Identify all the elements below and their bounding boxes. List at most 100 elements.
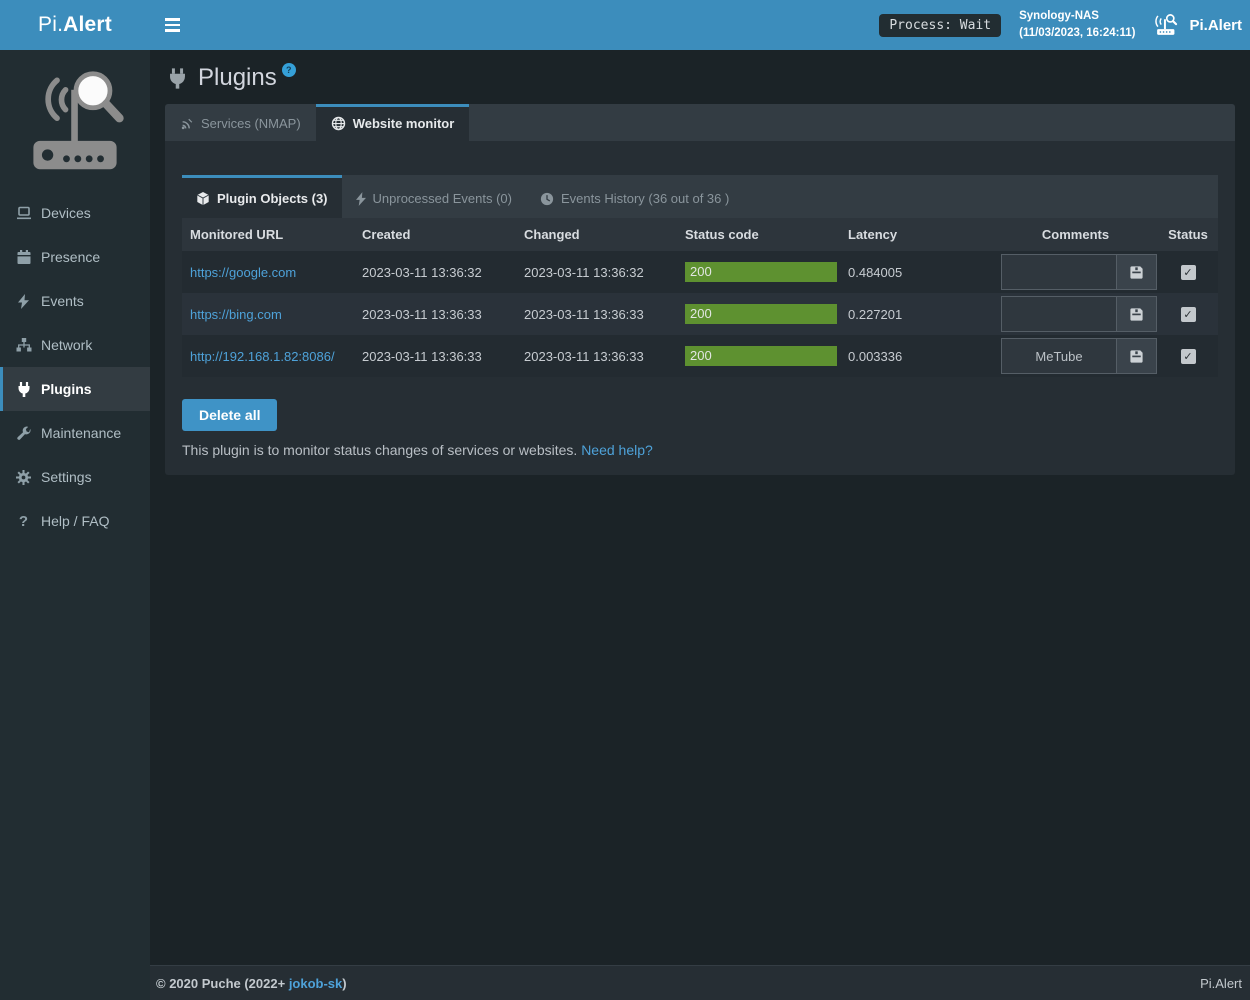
plugin-description-text: This plugin is to monitor status changes… <box>182 442 581 458</box>
tab-label: Unprocessed Events (0) <box>373 190 512 207</box>
sidebar-item-label: Maintenance <box>41 425 121 441</box>
need-help-link[interactable]: Need help? <box>581 442 653 458</box>
copyright-suffix: ) <box>342 976 346 991</box>
sidebar-item-help-faq[interactable]: ? Help / FAQ <box>0 499 150 543</box>
floppy-save-icon <box>1129 349 1144 364</box>
process-status-badge: Process: Wait <box>879 14 1001 37</box>
col-monitored-url: Monitored URL <box>182 218 354 251</box>
plugin-objects-table: Monitored URL Created Changed Status cod… <box>182 218 1218 377</box>
save-comment-button[interactable] <box>1116 255 1156 289</box>
tab-events-history[interactable]: Events History (36 out of 36 ) <box>526 175 743 218</box>
sidebar-toggle-button[interactable] <box>150 0 194 50</box>
jokob-sk-link[interactable]: jokob-sk <box>289 976 342 991</box>
changed-cell: 2023-03-11 13:36:32 <box>516 251 677 293</box>
navbar-right: Process: Wait Synology-NAS (11/03/2023, … <box>879 8 1250 41</box>
app-chip: Pi.Alert <box>1153 12 1242 38</box>
sidebar: Devices Presence Events Network Plugins <box>0 50 150 1000</box>
changed-cell: 2023-03-11 13:36:33 <box>516 335 677 377</box>
status-checkbox[interactable]: ✓ <box>1181 265 1196 280</box>
sidebar-item-label: Settings <box>41 469 92 485</box>
comment-input[interactable] <box>1002 297 1116 331</box>
sidebar-item-maintenance[interactable]: Maintenance <box>0 411 150 455</box>
col-latency: Latency <box>840 218 993 251</box>
sidebar-menu: Devices Presence Events Network Plugins <box>0 191 150 543</box>
table-row: http://192.168.1.82:8086/ 2023-03-11 13:… <box>182 335 1218 377</box>
sidebar-item-network[interactable]: Network <box>0 323 150 367</box>
sidebar-item-events[interactable]: Events <box>0 279 150 323</box>
bolt-icon <box>356 192 366 206</box>
brand-logo[interactable]: Pi.Alert <box>0 0 150 50</box>
sidebar-item-label: Events <box>41 293 84 309</box>
tab-services-nmap[interactable]: Services (NMAP) <box>165 104 316 141</box>
website-monitor-panel: Plugin Objects (3) Unprocessed Events (0… <box>165 141 1235 475</box>
page-title: Plugins ? <box>168 65 1235 91</box>
sidebar-item-label: Network <box>41 337 92 353</box>
monitored-url-link[interactable]: http://192.168.1.82:8086/ <box>190 349 335 364</box>
globe-icon <box>331 116 346 131</box>
sidebar-item-settings[interactable]: Settings <box>0 455 150 499</box>
comment-input-group <box>1001 296 1157 332</box>
sidebar-item-label: Help / FAQ <box>41 513 109 529</box>
app-name: Pi.Alert <box>1189 17 1242 34</box>
delete-all-button[interactable]: Delete all <box>182 399 277 431</box>
tab-label: Events History (36 out of 36 ) <box>561 190 729 207</box>
latency-cell: 0.484005 <box>840 251 993 293</box>
tab-label: Plugin Objects (3) <box>217 190 328 207</box>
created-cell: 2023-03-11 13:36:33 <box>354 293 516 335</box>
plugin-tabs: Services (NMAP) Website monitor <box>165 104 1235 141</box>
gear-icon <box>15 469 32 485</box>
comment-input-group <box>1001 254 1157 290</box>
sidebar-item-plugins[interactable]: Plugins <box>0 367 150 411</box>
help-badge[interactable]: ? <box>282 63 296 77</box>
host-info: Synology-NAS (11/03/2023, 16:24:11) <box>1019 8 1135 41</box>
save-comment-button[interactable] <box>1116 297 1156 331</box>
monitored-url-link[interactable]: https://google.com <box>190 265 296 280</box>
menu-icon <box>165 18 180 21</box>
plugin-description: This plugin is to monitor status changes… <box>182 442 1218 458</box>
save-comment-button[interactable] <box>1116 339 1156 373</box>
col-status: Status <box>1158 218 1218 251</box>
sidebar-item-presence[interactable]: Presence <box>0 235 150 279</box>
copyright-prefix: © 2020 Puche (2022+ <box>156 976 289 991</box>
status-checkbox[interactable]: ✓ <box>1181 307 1196 322</box>
table-header-row: Monitored URL Created Changed Status cod… <box>182 218 1218 251</box>
copyright: © 2020 Puche (2022+ jokob-sk) <box>156 976 347 991</box>
tab-website-monitor[interactable]: Website monitor <box>316 104 470 141</box>
wrench-icon <box>15 425 32 441</box>
monitored-url-link[interactable]: https://bing.com <box>190 307 282 322</box>
created-cell: 2023-03-11 13:36:33 <box>354 335 516 377</box>
plug-icon <box>15 381 32 397</box>
bolt-icon <box>15 293 32 309</box>
content-area: Plugins ? Services (NMAP) Website monito… <box>150 50 1250 965</box>
tab-plugin-objects[interactable]: Plugin Objects (3) <box>182 175 342 218</box>
changed-cell: 2023-03-11 13:36:33 <box>516 293 677 335</box>
comment-input[interactable] <box>1002 339 1116 373</box>
host-name: Synology-NAS <box>1019 8 1135 25</box>
status-code-bar: 200 <box>685 304 837 324</box>
floppy-save-icon <box>1129 307 1144 322</box>
navbar: Process: Wait Synology-NAS (11/03/2023, … <box>150 0 1250 50</box>
calendar-icon <box>15 249 32 265</box>
status-code-bar: 200 <box>685 346 837 366</box>
sidebar-item-label: Devices <box>41 205 91 221</box>
sitemap-icon <box>15 337 32 353</box>
col-status-code: Status code <box>677 218 840 251</box>
col-changed: Changed <box>516 218 677 251</box>
col-comments: Comments <box>993 218 1158 251</box>
top-navbar: Pi.Alert Process: Wait Synology-NAS (11/… <box>0 0 1250 50</box>
status-checkbox[interactable]: ✓ <box>1181 349 1196 364</box>
tab-unprocessed-events[interactable]: Unprocessed Events (0) <box>342 175 526 218</box>
question-icon: ? <box>15 513 32 529</box>
created-cell: 2023-03-11 13:36:32 <box>354 251 516 293</box>
sidebar-item-devices[interactable]: Devices <box>0 191 150 235</box>
page-title-text: Plugins <box>198 65 277 91</box>
table-row: https://bing.com 2023-03-11 13:36:33 202… <box>182 293 1218 335</box>
sidebar-item-label: Plugins <box>41 381 92 397</box>
brand-prefix: Pi. <box>38 13 63 37</box>
plug-icon <box>168 68 187 89</box>
comment-input[interactable] <box>1002 255 1116 289</box>
sidebar-logo <box>0 50 150 184</box>
brand-suffix: Alert <box>63 13 112 37</box>
clock-icon <box>540 192 554 206</box>
host-timestamp: (11/03/2023, 16:24:11) <box>1019 25 1135 42</box>
